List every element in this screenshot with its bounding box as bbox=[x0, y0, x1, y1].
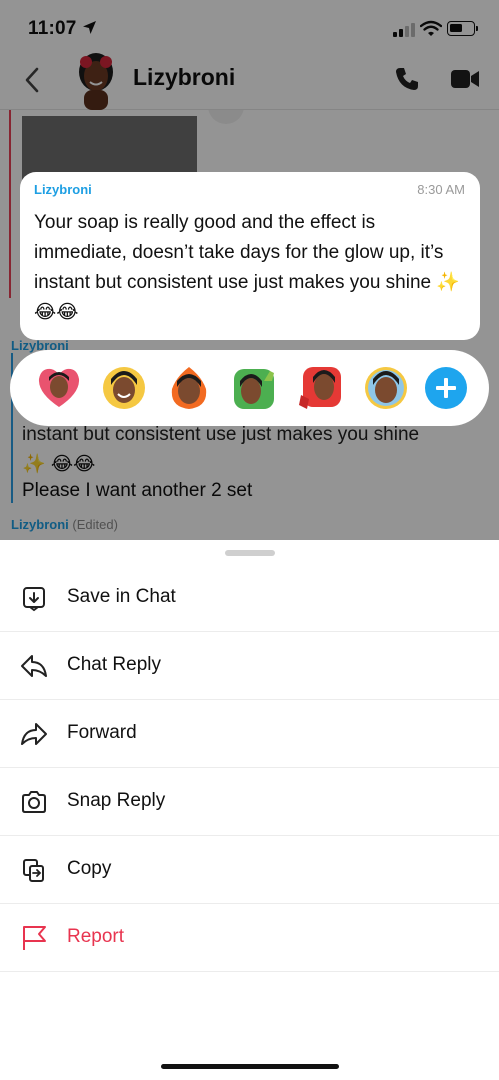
more-reactions-button[interactable] bbox=[425, 367, 467, 409]
heart-bitmoji-icon[interactable] bbox=[36, 365, 82, 411]
forward-button[interactable]: Forward bbox=[0, 700, 499, 768]
thumbs-up-bitmoji-icon[interactable] bbox=[232, 365, 278, 411]
message-text: Your soap is really good and the effect … bbox=[34, 212, 461, 323]
message-sender: Lizybroni bbox=[34, 182, 92, 197]
save-in-chat-button[interactable]: Save in Chat bbox=[0, 564, 499, 632]
message-timestamp: 8:30 AM bbox=[417, 182, 465, 197]
copy-button[interactable]: Copy bbox=[0, 836, 499, 904]
thumbs-down-bitmoji-icon[interactable] bbox=[297, 365, 343, 411]
flag-icon bbox=[23, 926, 46, 950]
reply-arrow-icon bbox=[21, 655, 47, 677]
copy-icon bbox=[23, 859, 44, 882]
snap-reply-button[interactable]: Snap Reply bbox=[0, 768, 499, 836]
selected-message-card: Lizybroni 8:30 AM Your soap is really go… bbox=[20, 172, 480, 340]
report-label: Report bbox=[67, 926, 125, 947]
snap-reply-label: Snap Reply bbox=[67, 790, 166, 811]
chat-reply-button[interactable]: Chat Reply bbox=[0, 632, 499, 700]
sheet-grabber[interactable] bbox=[225, 550, 275, 556]
save-in-chat-icon bbox=[23, 587, 45, 612]
camera-icon bbox=[22, 791, 46, 813]
copy-label: Copy bbox=[67, 858, 112, 879]
chat-reply-label: Chat Reply bbox=[67, 654, 161, 675]
report-button[interactable]: Report bbox=[0, 904, 499, 972]
forward-label: Forward bbox=[67, 722, 137, 743]
save-in-chat-label: Save in Chat bbox=[67, 586, 176, 607]
action-sheet: Save in Chat Chat Reply Forward Snap Rep… bbox=[0, 540, 499, 1080]
forward-arrow-icon bbox=[21, 723, 47, 745]
neutral-bitmoji-icon[interactable] bbox=[363, 365, 409, 411]
laughing-bitmoji-icon[interactable] bbox=[101, 365, 147, 411]
home-indicator[interactable] bbox=[161, 1064, 339, 1069]
fire-bitmoji-icon[interactable] bbox=[166, 365, 212, 411]
reaction-bar bbox=[10, 350, 489, 426]
